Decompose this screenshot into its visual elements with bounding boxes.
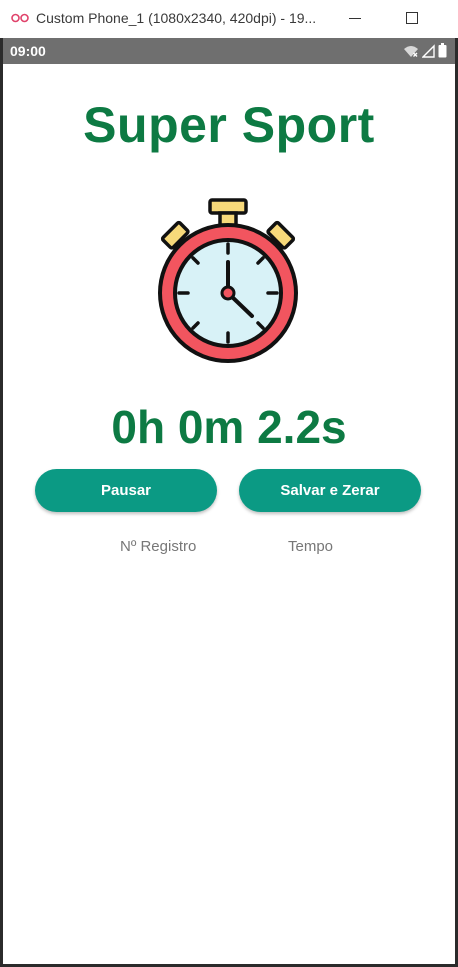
- emulator-title-bar: Custom Phone_1 (1080x2340, 420dpi) - 19.…: [0, 0, 458, 38]
- minimize-icon[interactable]: [342, 6, 368, 30]
- emulator-window: Custom Phone_1 (1080x2340, 420dpi) - 19.…: [0, 0, 458, 967]
- window-title: Custom Phone_1 (1080x2340, 420dpi) - 19.…: [36, 10, 317, 26]
- status-time: 09:00: [10, 43, 46, 59]
- timer-display: 0h 0m 2.2s: [111, 401, 347, 453]
- status-bar: 09:00: [3, 38, 455, 64]
- stopwatch-icon: [158, 198, 298, 363]
- status-icons: [403, 43, 447, 58]
- column-header-registro: Nº Registro: [120, 538, 197, 555]
- maximize-icon[interactable]: [399, 6, 425, 30]
- pause-button[interactable]: Pausar: [35, 469, 217, 512]
- column-header-tempo: Tempo: [288, 538, 334, 555]
- battery-icon: [438, 43, 447, 58]
- phone-frame-left: [0, 38, 3, 967]
- signal-icon: [422, 43, 435, 58]
- wifi-icon: [404, 45, 418, 57]
- emulator-icon: [11, 13, 29, 23]
- app-title: Super Sport: [83, 97, 375, 153]
- save-and-reset-button[interactable]: Salvar e Zerar: [239, 469, 421, 512]
